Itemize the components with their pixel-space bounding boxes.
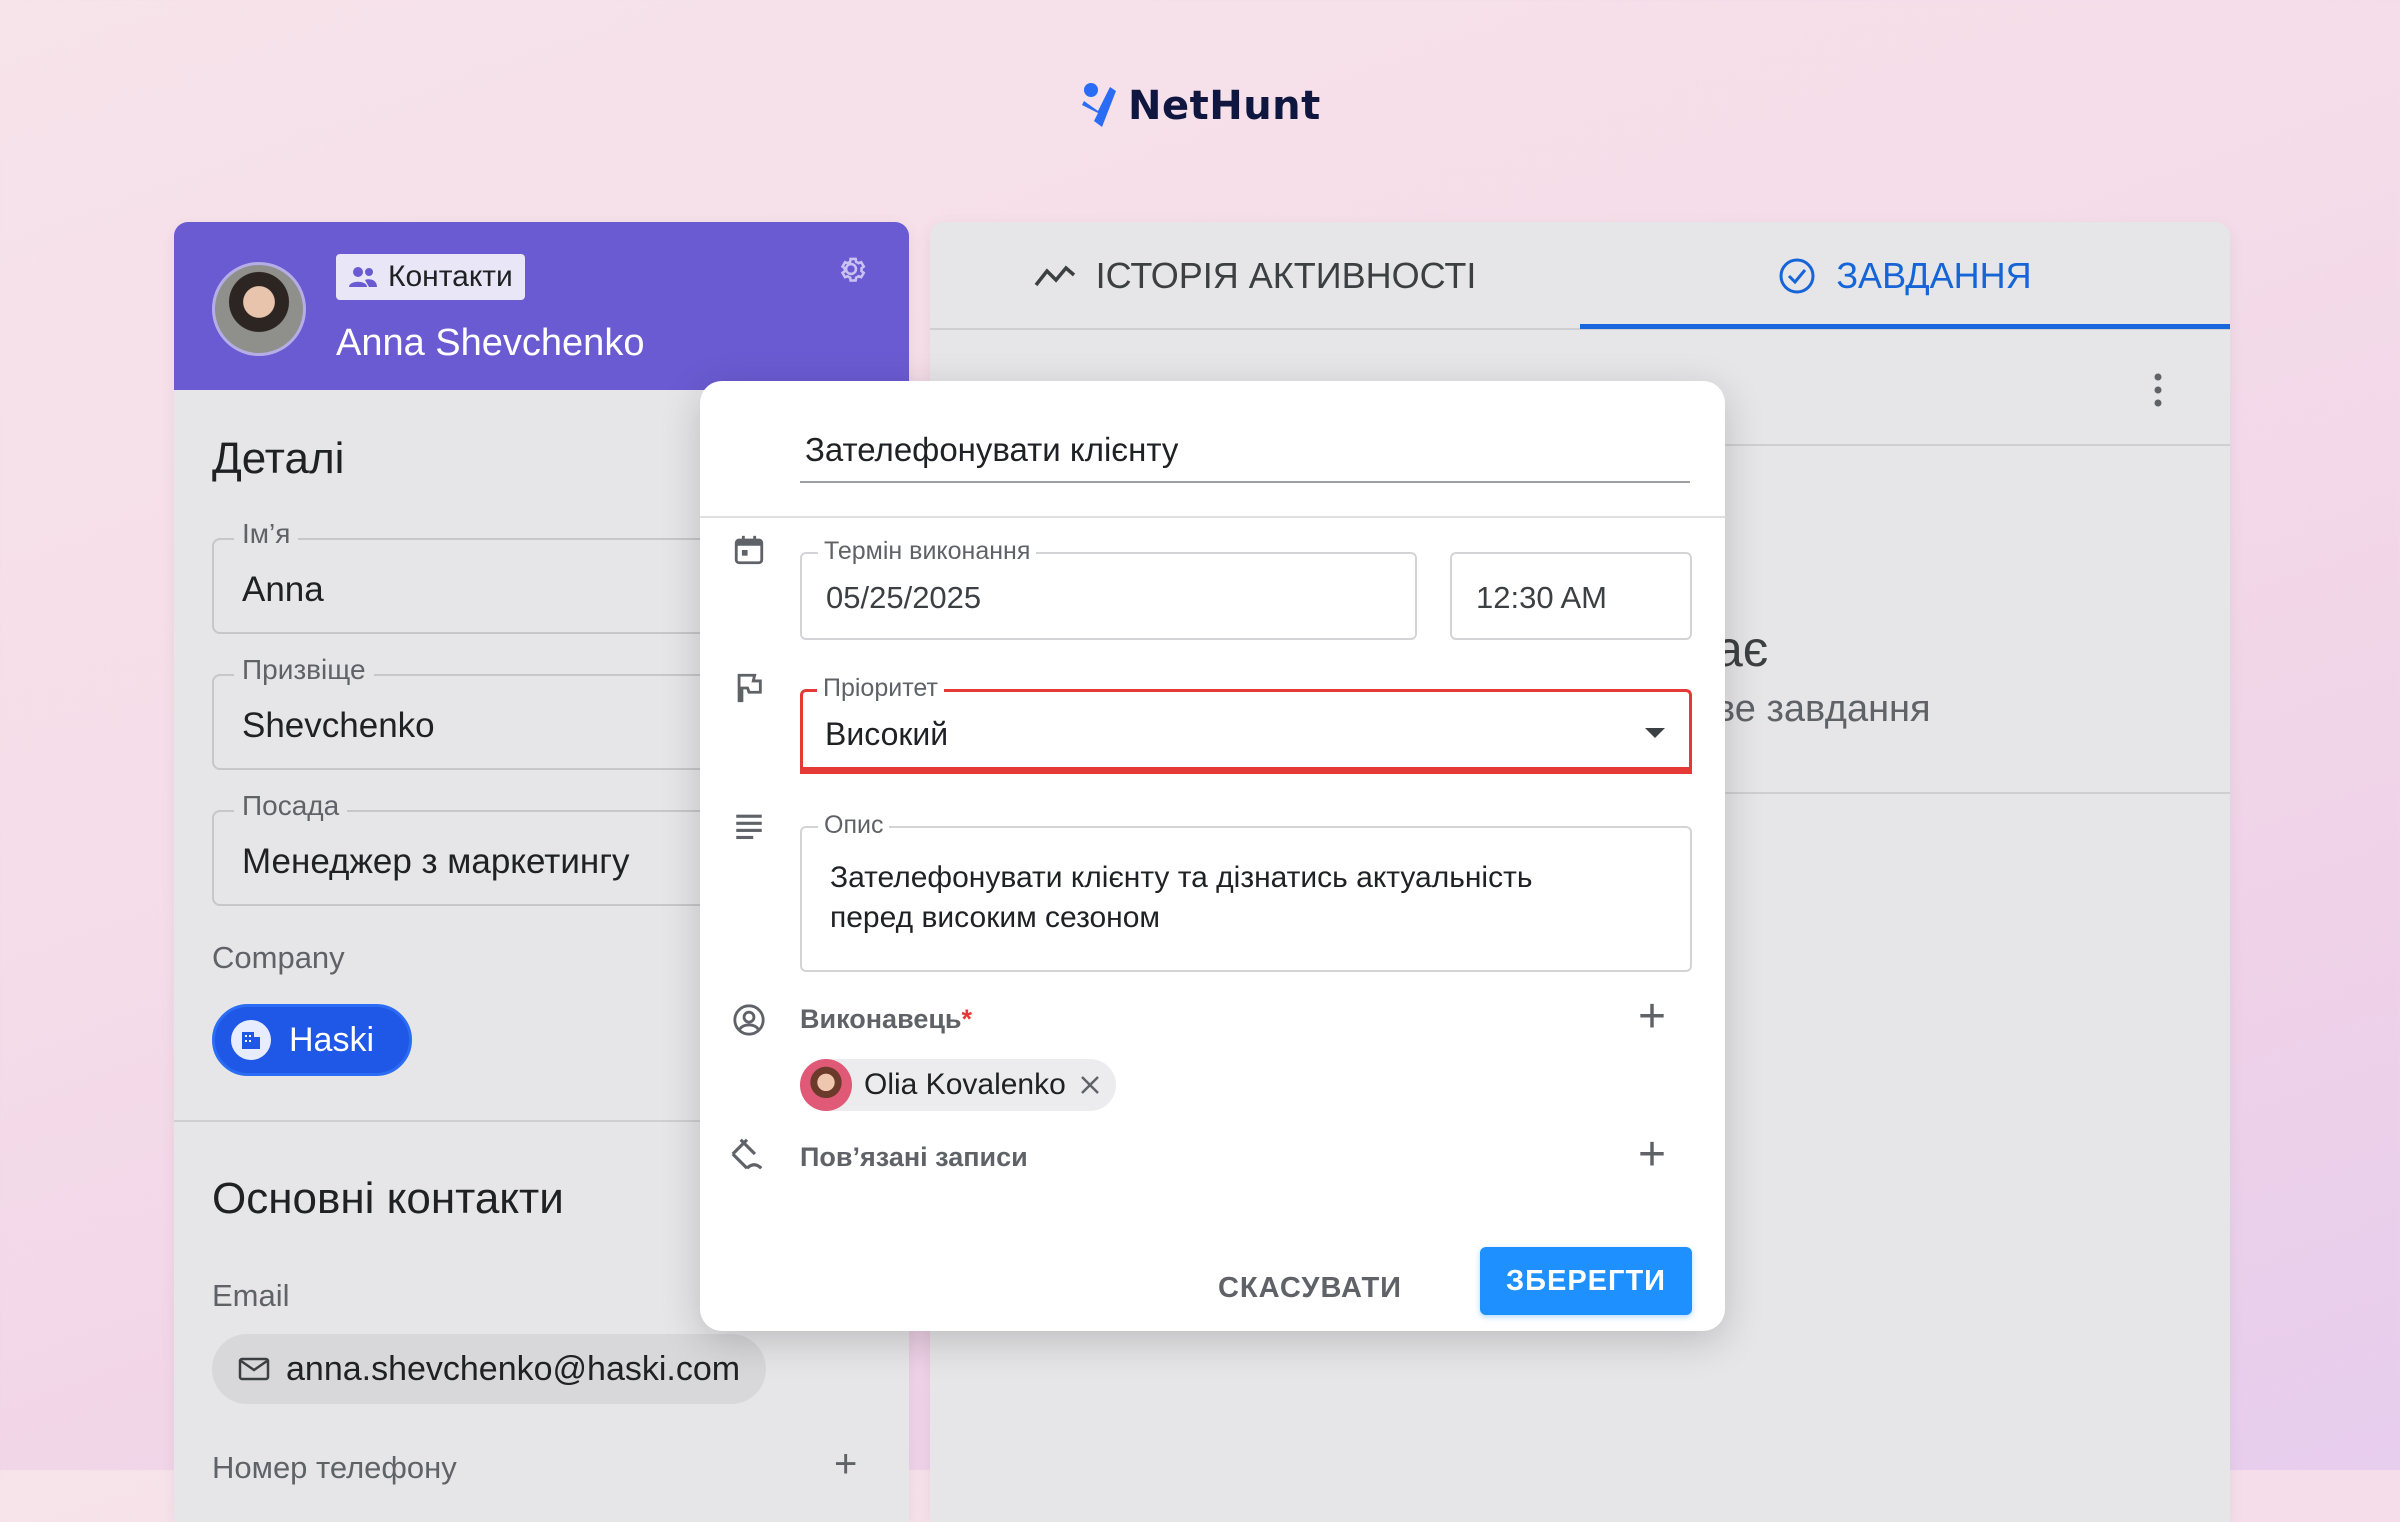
required-mark: *	[961, 1004, 973, 1034]
task-title-input[interactable]: Зателефонувати клієнту	[805, 431, 1178, 469]
details-title: Деталі	[212, 434, 345, 483]
account-circle-icon	[733, 1004, 765, 1036]
contact-name: Anna Shevchenko	[336, 322, 645, 364]
add-related-icon[interactable]: +	[1638, 1131, 1666, 1179]
due-time-value: 12:30 AM	[1476, 580, 1607, 615]
chevron-down-icon	[1645, 728, 1665, 738]
first-name-field[interactable]: Ім’я Anna	[212, 518, 772, 634]
main-contacts-title: Основні контакти	[212, 1174, 564, 1223]
task-dialog: Зателефонувати клієнту Термін виконання …	[700, 381, 1725, 1331]
phone-label: Номер телефону	[212, 1450, 457, 1485]
first-name-value: Anna	[242, 570, 324, 609]
avatar	[212, 262, 306, 356]
assignee-chip[interactable]: Olia Kovalenko	[800, 1059, 1116, 1111]
assignee-label-text: Виконавець	[800, 1004, 962, 1034]
gear-icon[interactable]	[834, 252, 868, 286]
due-time-field[interactable]: 12:30 AM	[1450, 552, 1692, 640]
description-value: Зателефонувати клієнту та дізнатись акту…	[830, 861, 1533, 934]
divider	[700, 516, 1725, 518]
last-name-field[interactable]: Призвіще Shevchenko	[212, 654, 772, 770]
add-phone-icon[interactable]: +	[834, 1444, 857, 1484]
contacts-badge-label: Контакти	[388, 260, 513, 293]
mail-icon	[238, 1357, 270, 1381]
first-name-label: Ім’я	[234, 518, 299, 550]
position-field[interactable]: Посада Менеджер з маркетингу	[212, 790, 772, 906]
title-underline	[800, 481, 1690, 483]
related-records-label: Пов’язані записи	[800, 1142, 1028, 1172]
tab-activity-history[interactable]: ІСТОРІЯ АКТИВНОСТІ	[930, 222, 1580, 330]
company-chip[interactable]: Haski	[212, 1004, 412, 1076]
add-assignee-icon[interactable]: +	[1638, 993, 1666, 1041]
priority-select[interactable]: Пріоритет Високий	[800, 674, 1692, 767]
priority-value: Високий	[825, 716, 949, 752]
people-icon	[349, 267, 377, 287]
email-chip[interactable]: anna.shevchenko@haski.com	[212, 1334, 767, 1404]
assignee-label: Виконавець*	[800, 1004, 972, 1035]
close-icon[interactable]	[1078, 1073, 1102, 1097]
position-label: Посада	[234, 790, 348, 822]
position-value: Менеджер з маркетингу	[242, 842, 630, 881]
active-tab-indicator	[1580, 324, 2230, 329]
logo-text: NetHunt	[1128, 83, 1321, 129]
assignee-avatar	[800, 1059, 852, 1111]
description-field[interactable]: Опис Зателефонувати клієнту та дізнатись…	[800, 811, 1692, 972]
due-date-field[interactable]: Термін виконання 05/25/2025	[800, 537, 1417, 640]
save-button[interactable]: ЗБЕРЕГТИ	[1480, 1247, 1692, 1315]
assignee-name: Olia Kovalenko	[864, 1068, 1066, 1101]
more-vert-icon[interactable]	[2152, 372, 2164, 408]
cancel-button[interactable]: СКАСУВАТИ	[1210, 1256, 1410, 1320]
calendar-icon	[734, 535, 764, 565]
email-value: anna.shevchenko@haski.com	[286, 1349, 741, 1388]
contacts-badge[interactable]: Контакти	[336, 254, 525, 300]
contact-header: Контакти Anna Shevchenko	[174, 222, 909, 390]
check-circle-icon	[1779, 258, 1815, 294]
company-label: Company	[212, 940, 345, 975]
flag-icon	[737, 673, 762, 703]
trend-icon	[1034, 265, 1075, 287]
nethunt-logo: NetHunt	[1080, 78, 1321, 134]
tab-tasks-label: ЗАВДАННЯ	[1836, 255, 2032, 296]
nethunt-logo-icon	[1082, 83, 1116, 127]
link-records-icon	[731, 1138, 763, 1170]
building-icon	[231, 1020, 271, 1060]
priority-label: Пріоритет	[817, 674, 944, 703]
tab-activity-label: ІСТОРІЯ АКТИВНОСТІ	[1095, 255, 1477, 296]
priority-error-underline	[800, 767, 1692, 774]
empty-state-subtitle: ве завдання	[1715, 688, 1931, 730]
last-name-label: Призвіще	[234, 654, 374, 686]
due-date-label: Термін виконання	[818, 537, 1037, 566]
company-name: Haski	[289, 1020, 375, 1059]
due-date-value: 05/25/2025	[826, 580, 982, 615]
email-label: Email	[212, 1278, 290, 1313]
description-label: Опис	[818, 811, 890, 840]
notes-icon	[736, 814, 762, 840]
last-name-value: Shevchenko	[242, 706, 435, 745]
tab-tasks[interactable]: ЗАВДАННЯ	[1580, 222, 2230, 330]
